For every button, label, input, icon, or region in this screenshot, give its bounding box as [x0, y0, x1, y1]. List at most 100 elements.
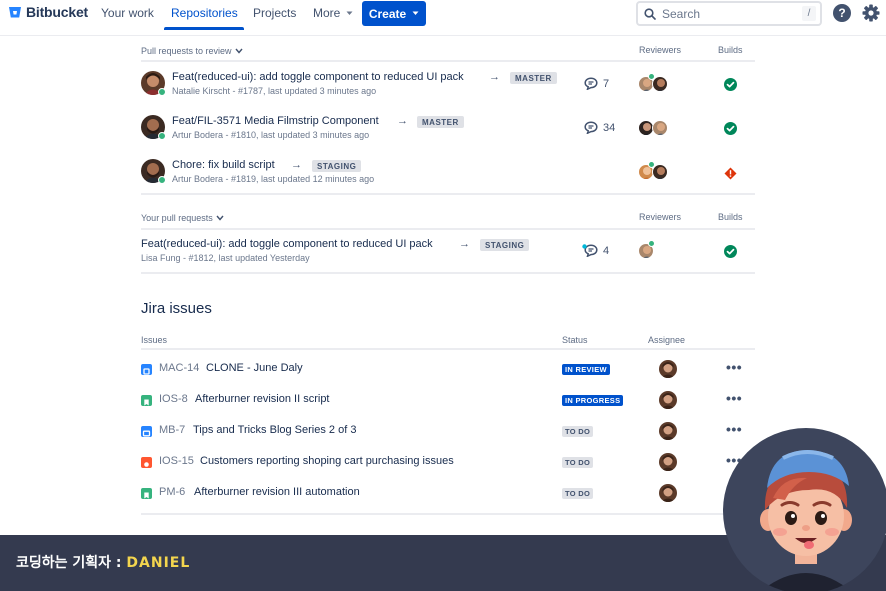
issue-row[interactable]: MAC-14 CLONE - June Daly IN REVIEW •••	[141, 356, 755, 384]
col-issues: Issues	[141, 335, 168, 345]
mascot-avatar	[723, 428, 886, 591]
nav-projects[interactable]: Projects	[253, 6, 296, 20]
status-badge: TO DO	[562, 426, 594, 437]
build-failed-icon[interactable]	[724, 167, 737, 180]
review-section-title: Pull requests to review	[141, 46, 232, 56]
pr-meta: Natalie Kirscht - #1787, last updated 3 …	[172, 86, 376, 96]
pr-details: - #1787, last updated 3 minutes ago	[230, 86, 377, 96]
nav-your-work[interactable]: Your work	[101, 6, 154, 20]
chevron-down-icon	[412, 11, 419, 15]
branch-badge: STAGING	[480, 239, 530, 251]
issue-summary[interactable]: Customers reporting shoping cart purchas…	[200, 455, 454, 467]
bitbucket-icon	[9, 7, 21, 18]
pr-title[interactable]: Feat(reduced-ui): add toggle component t…	[172, 71, 464, 83]
pr-meta: Artur Bodera - #1819, last updated 12 mi…	[172, 174, 374, 184]
pr-title[interactable]: Feat/FIL-3571 Media Filmstrip Component	[172, 115, 379, 127]
col-assignee: Assignee	[648, 335, 686, 345]
task-icon	[141, 426, 152, 437]
col-reviewers: Reviewers	[639, 45, 682, 55]
branch-badge: STAGING	[312, 160, 362, 172]
your-prs-section-title: Your pull requests	[141, 213, 213, 223]
issue-summary[interactable]: CLONE - June Daly	[206, 362, 303, 374]
comment-icon	[584, 77, 598, 90]
assignee-avatar	[659, 391, 677, 409]
build-success-icon[interactable]	[724, 245, 737, 258]
banner-name: DANIEL	[126, 555, 191, 571]
reviewer-avatar	[652, 164, 668, 180]
issue-row[interactable]: PM-6 Afterburner revision III automation…	[141, 480, 755, 508]
pr-row[interactable]: Feat(reduced-ui): add toggle component t…	[141, 233, 755, 273]
pr-title[interactable]: Feat(reduced-ui): add toggle component t…	[141, 238, 433, 250]
issue-summary[interactable]: Tips and Tricks Blog Series 2 of 3	[193, 424, 356, 436]
pr-author: Natalie Kirscht	[172, 86, 231, 96]
banner-prefix: 코딩하는 기획자 :	[16, 555, 127, 571]
approved-icon	[648, 240, 655, 247]
issue-row[interactable]: MB-7 Tips and Tricks Blog Series 2 of 3 …	[141, 418, 755, 446]
chevron-down-icon	[346, 11, 353, 15]
help-icon[interactable]: ?	[833, 4, 851, 22]
issue-row[interactable]: IOS-15 Customers reporting shoping cart …	[141, 449, 755, 477]
nav-repositories[interactable]: Repositories	[171, 6, 238, 20]
chevron-down-icon	[216, 215, 224, 221]
nav-more-label: More	[313, 6, 341, 20]
status-badge: TO DO	[562, 457, 594, 468]
search-input[interactable]	[662, 6, 792, 21]
review-section-header[interactable]: Pull requests to review	[141, 46, 243, 56]
pr-row[interactable]: Feat/FIL-3571 Media Filmstrip Component …	[141, 110, 755, 150]
more-actions-icon[interactable]: •••	[726, 359, 742, 375]
more-actions-icon[interactable]: •••	[726, 390, 742, 406]
col-status: Status	[562, 335, 588, 345]
build-success-icon[interactable]	[724, 122, 737, 135]
divider	[141, 513, 755, 515]
pr-author: Lisa Fung	[141, 253, 181, 263]
pr-title[interactable]: Chore: fix build script	[172, 159, 275, 171]
branch-badge: MASTER	[510, 72, 557, 84]
search-box[interactable]: /	[636, 1, 822, 26]
nav-more[interactable]: More	[313, 6, 353, 20]
arrow-right-icon: →	[291, 159, 302, 171]
online-status-icon	[158, 88, 166, 96]
divider	[141, 193, 755, 195]
pr-row[interactable]: Feat(reduced-ui): add toggle component t…	[141, 66, 755, 106]
pr-author: Artur Bodera	[172, 174, 224, 184]
more-actions-icon[interactable]: •••	[726, 421, 742, 437]
issue-key[interactable]: IOS-8	[159, 393, 188, 405]
bitbucket-logo[interactable]: Bitbucket	[8, 4, 88, 20]
your-prs-section-header[interactable]: Your pull requests	[141, 213, 224, 223]
pr-details: - #1810, last updated 3 minutes ago	[223, 130, 370, 140]
gear-icon[interactable]	[861, 3, 881, 23]
logo-text: Bitbucket	[26, 4, 88, 20]
status-badge: TO DO	[562, 488, 594, 499]
assignee-avatar	[659, 360, 677, 378]
branch-badge: MASTER	[417, 116, 464, 128]
issue-key[interactable]: PM-6	[159, 486, 185, 498]
issue-row[interactable]: IOS-8 Afterburner revision II script IN …	[141, 387, 755, 415]
jira-section-title: Jira issues	[141, 300, 212, 317]
pr-row[interactable]: Chore: fix build script → STAGING Artur …	[141, 154, 755, 194]
col-reviewers: Reviewers	[639, 212, 682, 222]
issue-key[interactable]: IOS-15	[159, 455, 194, 467]
pr-meta: Lisa Fung - #1812, last updated Yesterda…	[141, 253, 310, 263]
create-label: Create	[368, 6, 407, 21]
online-status-icon	[158, 132, 166, 140]
issue-key[interactable]: MB-7	[159, 424, 185, 436]
task-icon	[141, 364, 152, 375]
pr-details: - #1812, last updated Yesterday	[180, 253, 310, 263]
issue-key[interactable]: MAC-14	[159, 362, 199, 374]
pr-details: - #1819, last updated 12 minutes ago	[223, 174, 375, 184]
reviewer-avatar	[652, 76, 668, 92]
divider	[141, 228, 755, 230]
pr-author: Artur Bodera	[172, 130, 224, 140]
divider	[141, 272, 755, 274]
comment-count: 4	[582, 244, 609, 257]
arrow-right-icon: →	[397, 115, 408, 127]
comment-count-value: 7	[603, 77, 610, 90]
create-button[interactable]: Create	[362, 1, 426, 26]
divider	[141, 60, 755, 62]
mascot-illustration	[760, 450, 852, 591]
issue-summary[interactable]: Afterburner revision III automation	[194, 486, 360, 498]
arrow-right-icon: →	[489, 71, 500, 83]
build-success-icon[interactable]	[724, 78, 737, 91]
comment-icon	[584, 121, 598, 134]
issue-summary[interactable]: Afterburner revision II script	[195, 393, 330, 405]
